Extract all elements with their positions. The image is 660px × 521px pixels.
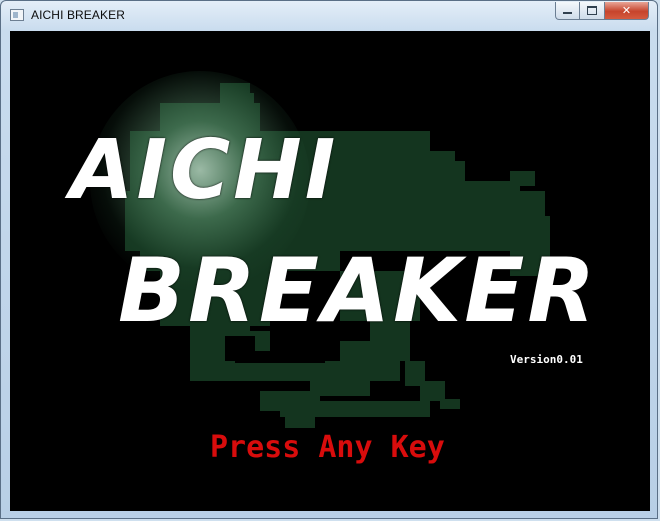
game-screen[interactable]: AICHI BREAKER Version0.01 Press Any Key — [10, 31, 650, 511]
window-title: AICHI BREAKER — [31, 8, 125, 22]
minimize-icon — [563, 12, 572, 14]
maximize-icon — [587, 6, 597, 15]
maximize-button[interactable] — [580, 2, 605, 20]
logo-title-line2: BREAKER — [118, 239, 599, 342]
logo-title-line1: AICHI — [70, 123, 339, 218]
press-any-key-prompt: Press Any Key — [210, 430, 445, 465]
window-controls: ✕ — [555, 2, 649, 21]
version-label: Version0.01 — [510, 353, 583, 366]
minimize-button[interactable] — [555, 2, 580, 20]
app-icon[interactable] — [10, 9, 24, 21]
app-window: AICHI BREAKER ✕ AICHI BREAKER Version0.0… — [0, 0, 658, 519]
title-bar[interactable]: AICHI BREAKER ✕ — [1, 1, 657, 31]
close-icon: ✕ — [621, 4, 632, 17]
close-button[interactable]: ✕ — [605, 2, 649, 20]
